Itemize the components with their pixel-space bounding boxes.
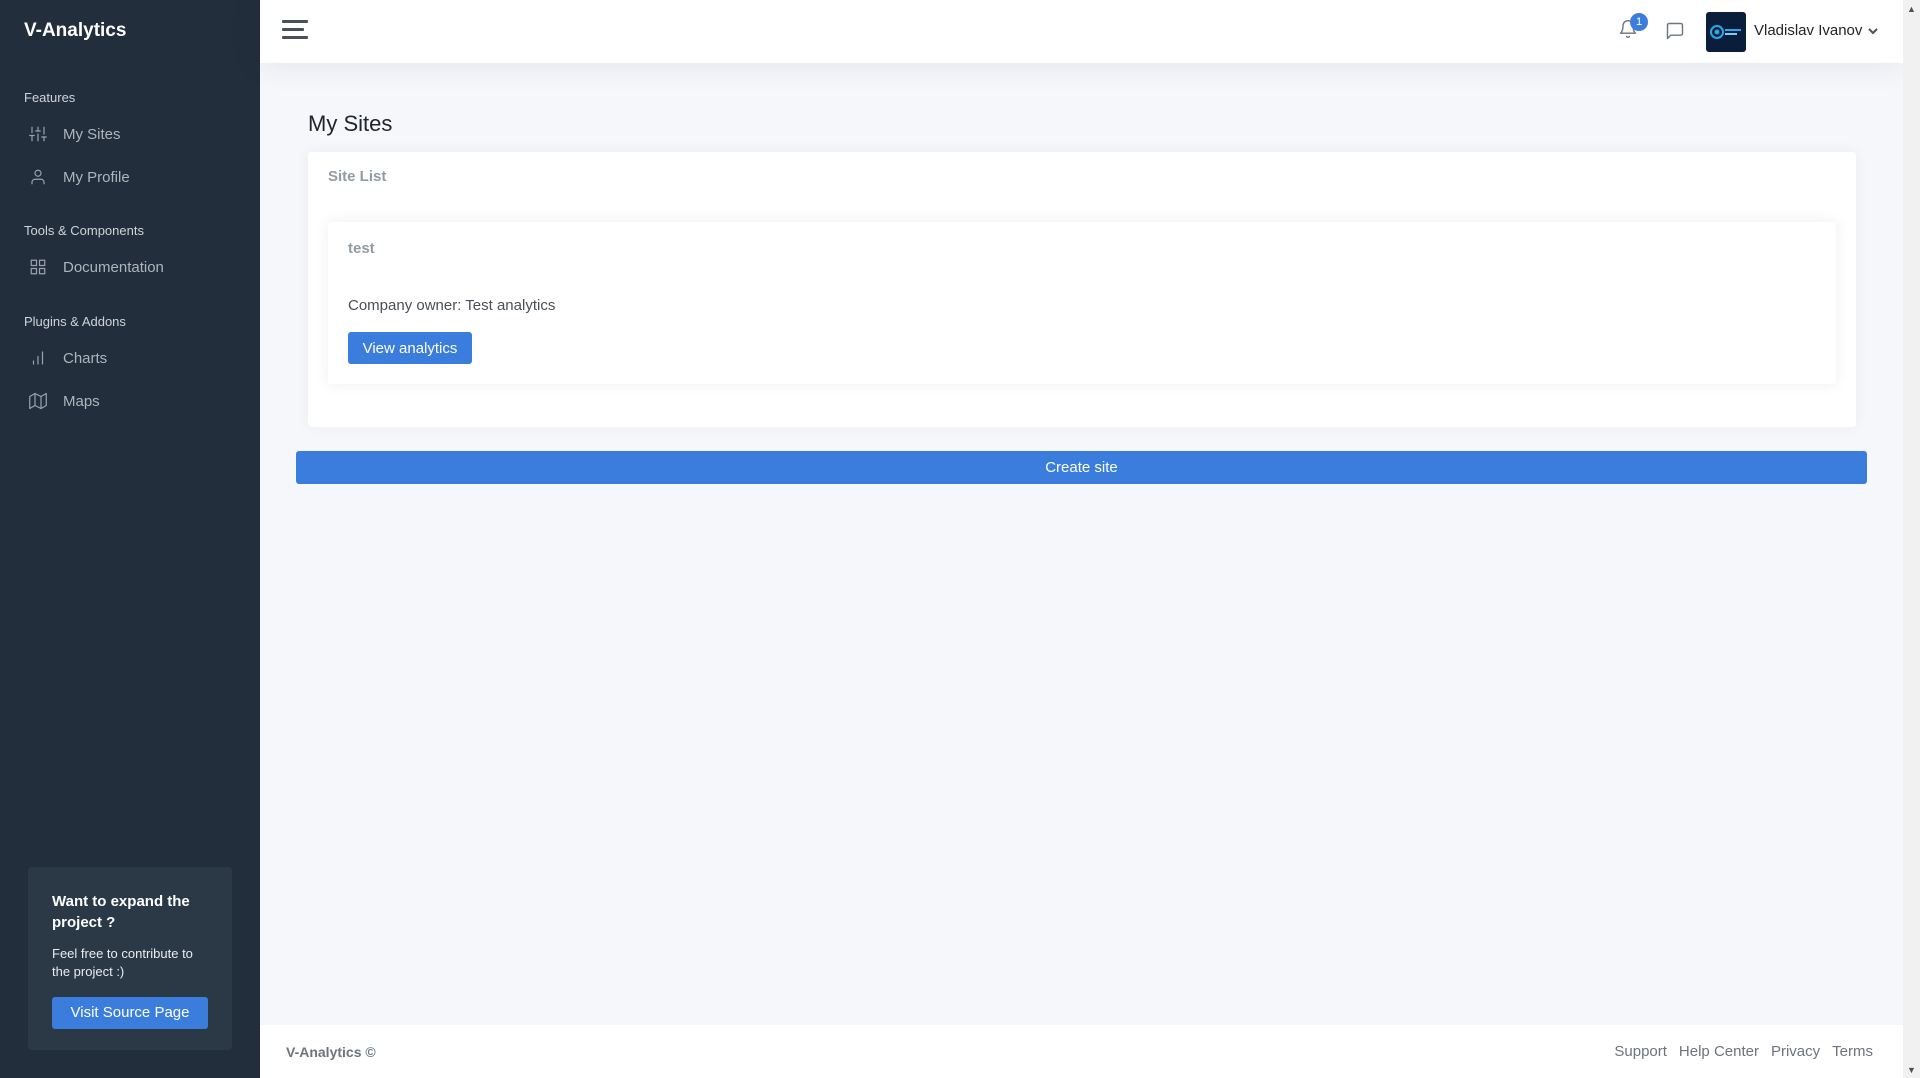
footer-link-help-center[interactable]: Help Center <box>1679 1043 1759 1060</box>
user-menu-name[interactable]: Vladislav Ivanov <box>1754 22 1862 39</box>
sidebar-item-documentation[interactable]: Documentation <box>0 247 260 287</box>
view-analytics-button[interactable]: View analytics <box>348 332 472 364</box>
topbar: 1 Vladislav Ivanov <box>260 0 1903 63</box>
avatar-logo-icon <box>1710 25 1741 39</box>
page-title: My Sites <box>308 111 393 136</box>
scroll-down-arrow-icon[interactable]: ▼ <box>1903 1061 1920 1078</box>
sidebar-item-maps[interactable]: Maps <box>0 381 260 421</box>
sliders-icon <box>28 124 48 144</box>
message-square-icon[interactable] <box>1665 21 1689 45</box>
avatar[interactable] <box>1706 12 1746 52</box>
sidebar-section-header: Tools & Components <box>24 223 144 238</box>
footer-brand: V-Analytics © <box>286 1044 376 1060</box>
map-icon <box>28 391 48 411</box>
sidebar-section-header: Features <box>24 90 76 105</box>
footer-link-privacy[interactable]: Privacy <box>1771 1043 1820 1060</box>
footer-link-support[interactable]: Support <box>1614 1043 1667 1060</box>
vertical-scrollbar[interactable]: ▲ ▼ <box>1903 0 1920 1078</box>
sidebar-item-label: Documentation <box>63 258 164 276</box>
sidebar: V-Analytics Features My Sites My Profile… <box>0 0 260 1078</box>
grid-icon <box>28 257 48 277</box>
sidebar-cta: Want to expand the project ? Feel free t… <box>28 867 232 1050</box>
sidebar-item-label: Charts <box>63 349 108 367</box>
hamburger-menu-icon[interactable] <box>282 20 308 42</box>
create-site-button[interactable]: Create site <box>296 451 1867 484</box>
sidebar-item-charts[interactable]: Charts <box>0 338 260 378</box>
cta-text: Feel free to contribute to the project :… <box>52 946 193 979</box>
card-title: Site List <box>328 168 387 185</box>
site-owner: Company owner: Test analytics <box>348 297 556 314</box>
sidebar-item-label: My Sites <box>63 125 121 143</box>
sidebar-item-label: My Profile <box>63 168 130 186</box>
footer: V-Analytics © Support Help Center Privac… <box>260 1025 1903 1078</box>
chevron-down-icon[interactable] <box>1867 24 1879 36</box>
sidebar-section-header: Plugins & Addons <box>24 314 126 329</box>
site-list-card: Site List test Company owner: Test analy… <box>308 152 1856 427</box>
user-icon <box>28 167 48 187</box>
notification-badge: 1 <box>1630 13 1648 31</box>
footer-links: Support Help Center Privacy Terms <box>1614 1043 1873 1060</box>
footer-link-terms[interactable]: Terms <box>1832 1043 1873 1060</box>
brand-logo[interactable]: V-Analytics <box>24 20 126 42</box>
site-name: test <box>348 240 375 257</box>
sidebar-item-my-profile[interactable]: My Profile <box>0 157 260 197</box>
cta-title: Want to expand the project ? <box>52 893 190 931</box>
sidebar-item-label: Maps <box>63 392 100 410</box>
scroll-up-arrow-icon[interactable]: ▲ <box>1903 0 1920 17</box>
sidebar-item-my-sites[interactable]: My Sites <box>0 114 260 154</box>
visit-source-button[interactable]: Visit Source Page <box>52 997 208 1029</box>
bar-chart-icon <box>28 348 48 368</box>
site-card: test Company owner: Test analytics View … <box>328 222 1836 384</box>
